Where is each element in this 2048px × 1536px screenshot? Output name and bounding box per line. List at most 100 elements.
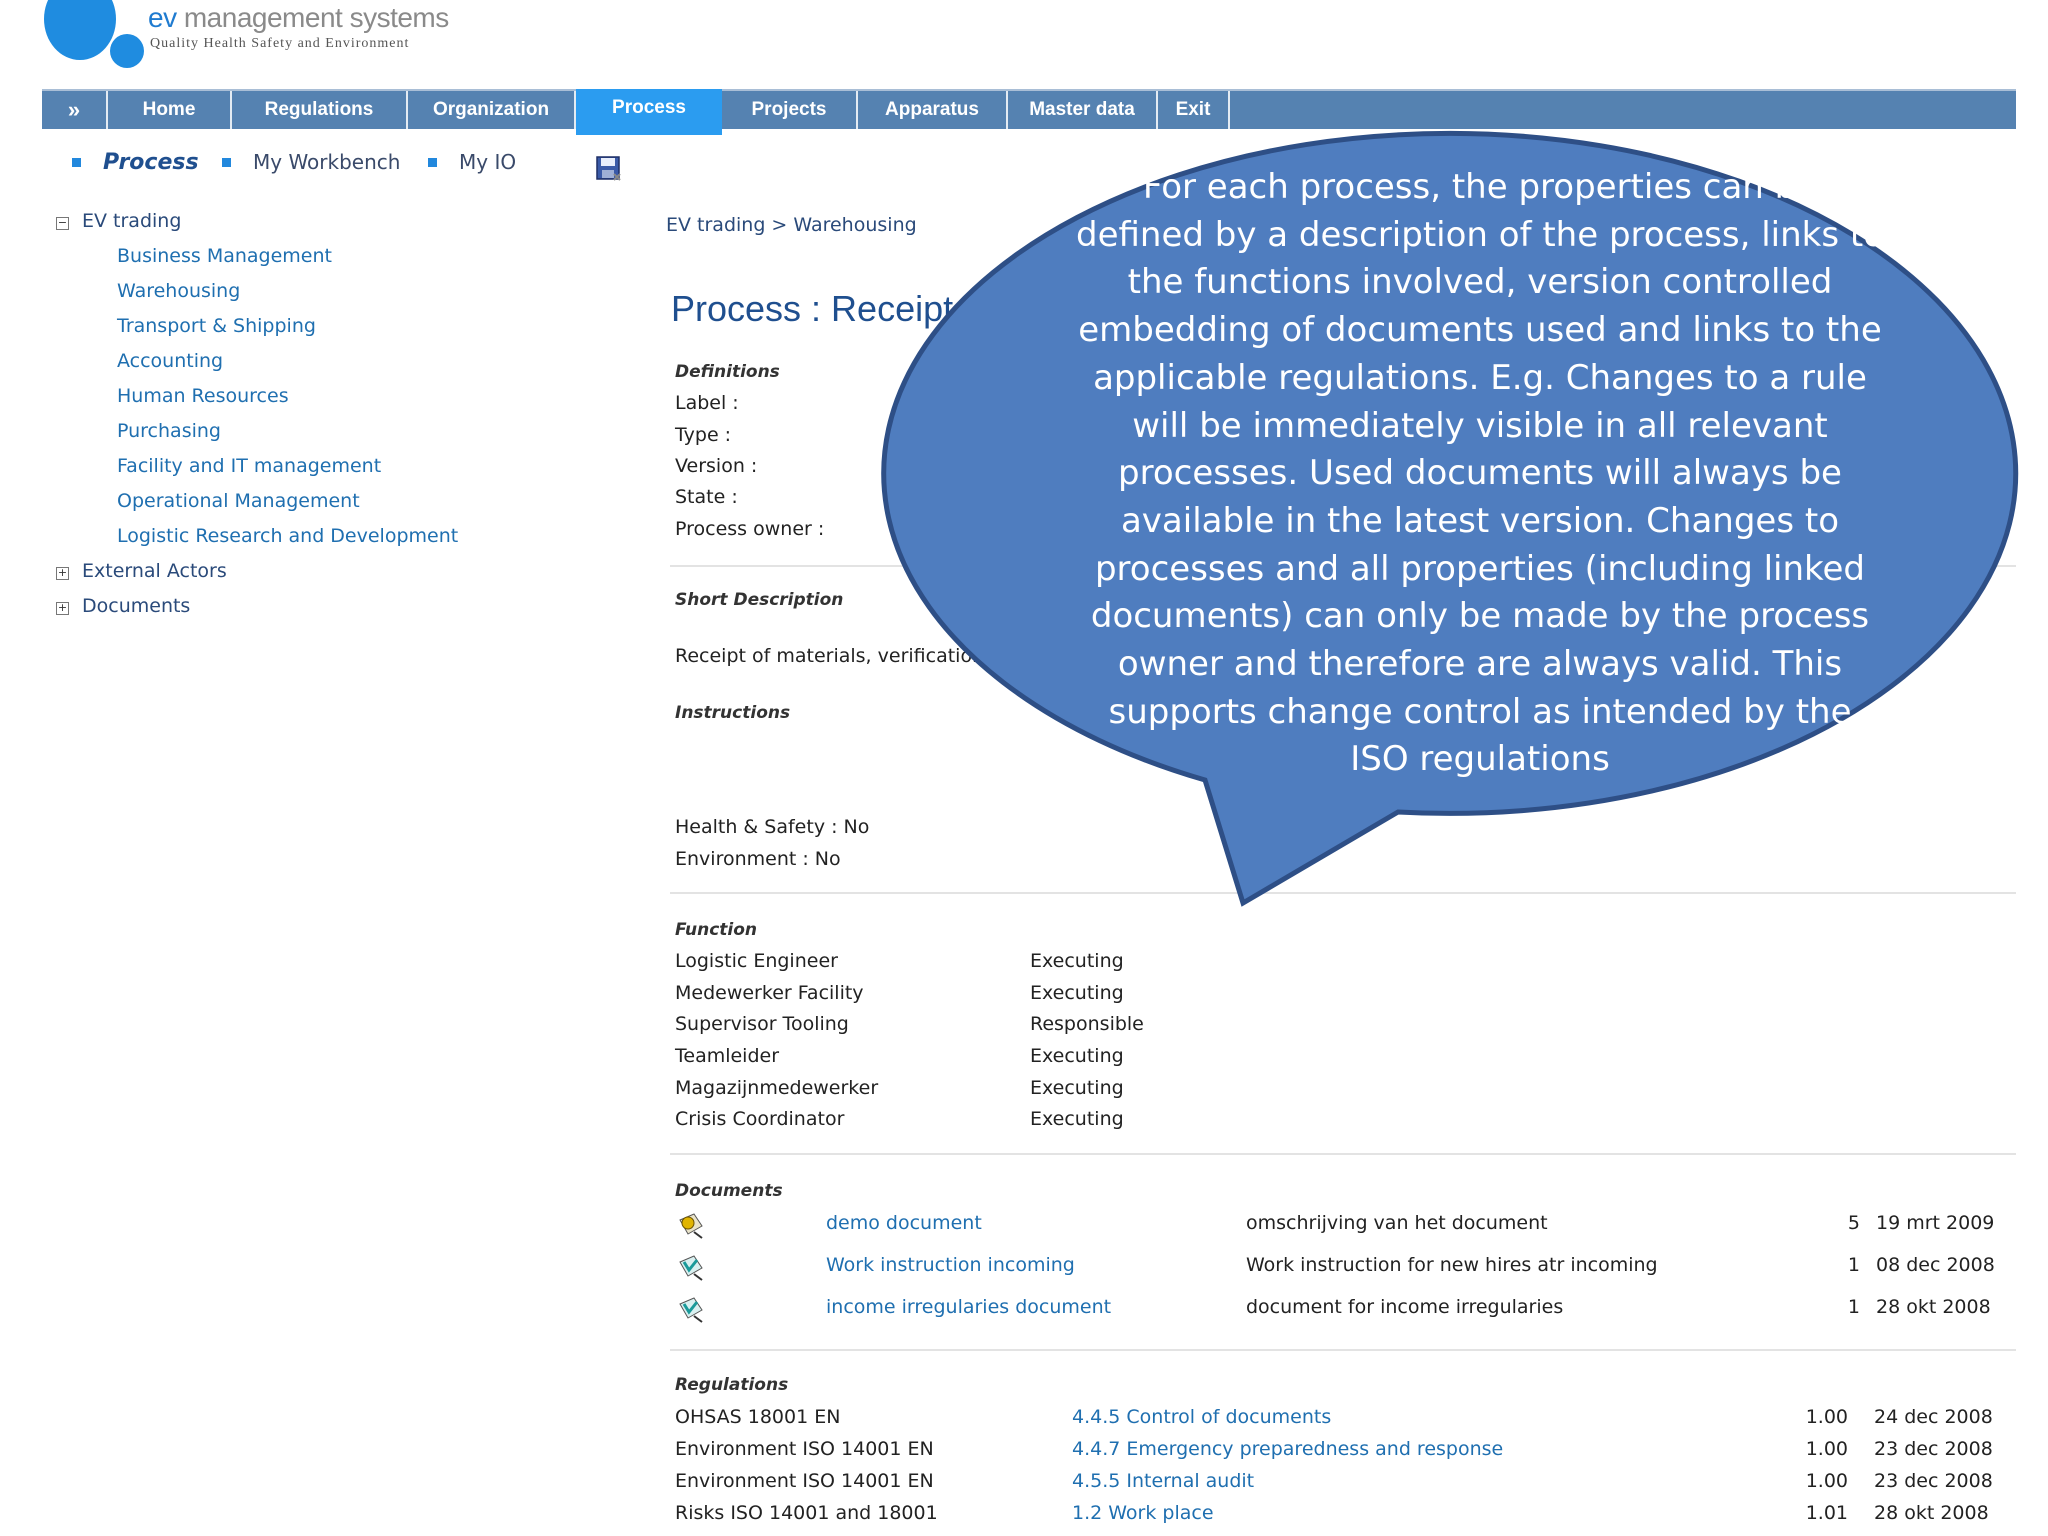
regulation-standard: OHSAS 18001 EN — [675, 1406, 841, 1428]
document-description: document for income irregularies — [1246, 1296, 1564, 1318]
nav-tab-home[interactable]: Home — [108, 91, 232, 129]
function-role: Responsible — [1030, 1013, 1144, 1035]
regulation-link[interactable]: 1.2 Work place — [1072, 1502, 1214, 1524]
short-description-text: Receipt of materials, verification — [675, 645, 985, 667]
tree-node-ev-trading[interactable]: − EV trading — [56, 210, 181, 232]
nav-tab-projects[interactable]: Projects — [722, 91, 858, 129]
subnav-process-label: Process — [103, 149, 199, 175]
tree-item-facility-it[interactable]: Facility and IT management — [117, 455, 381, 477]
regulation-date: 23 dec 2008 — [1874, 1438, 1993, 1460]
document-date: 19 mrt 2009 — [1876, 1212, 1995, 1234]
function-name: Magazijnmedewerker — [675, 1077, 879, 1099]
tree-node-label: EV trading — [82, 210, 182, 232]
tree-item-operational-management[interactable]: Operational Management — [117, 490, 360, 512]
tree-node-external-actors[interactable]: + External Actors — [56, 560, 227, 582]
function-role: Executing — [1030, 950, 1124, 972]
nav-tab-apparatus[interactable]: Apparatus — [858, 91, 1008, 129]
type-field-label: Type : — [675, 424, 732, 446]
regulation-date: 28 okt 2008 — [1874, 1502, 1989, 1524]
logo-brand-text: ev management systems — [148, 2, 449, 33]
collapse-icon[interactable]: − — [56, 217, 69, 230]
function-name: Teamleider — [675, 1045, 780, 1067]
regulation-version: 1.00 — [1805, 1470, 1848, 1492]
breadcrumb[interactable]: EV trading > Warehousing — [666, 214, 917, 236]
function-name: Medewerker Facility — [675, 982, 864, 1004]
subnav-my-workbench[interactable]: My Workbench — [222, 148, 400, 176]
nav-tab-process[interactable]: Process — [576, 89, 722, 135]
logo-mark — [44, 0, 116, 60]
function-heading: Function — [675, 920, 758, 940]
tree-item-logistic-research[interactable]: Logistic Research and Development — [117, 525, 458, 547]
nav-tab-exit[interactable]: Exit — [1158, 91, 1230, 129]
function-name: Supervisor Tooling — [675, 1013, 849, 1035]
version-field-label: Version : — [675, 455, 758, 477]
nav-expand-button[interactable]: » — [42, 91, 108, 129]
document-icon — [679, 1213, 703, 1239]
function-role: Executing — [1030, 1045, 1124, 1067]
tree-item-transport-shipping[interactable]: Transport & Shipping — [117, 315, 316, 337]
short-description-heading: Short Description — [675, 590, 844, 610]
save-icon[interactable] — [594, 154, 624, 184]
expand-icon[interactable]: + — [56, 567, 69, 580]
environment-flag: Environment : No — [675, 848, 841, 870]
subnav-process[interactable]: Process — [72, 148, 199, 176]
subnav-workbench-label: My Workbench — [253, 150, 401, 174]
regulation-link[interactable]: 4.4.7 Emergency preparedness and respons… — [1072, 1438, 1503, 1460]
label-field-label: Label : — [675, 392, 739, 414]
definitions-heading: Definitions — [675, 362, 780, 382]
document-description: Work instruction for new hires atr incom… — [1246, 1254, 1658, 1276]
function-role: Executing — [1030, 982, 1124, 1004]
regulation-standard: Environment ISO 14001 EN — [675, 1438, 934, 1460]
regulation-link[interactable]: 4.5.5 Internal audit — [1072, 1470, 1254, 1492]
tree-item-business-management[interactable]: Business Management — [117, 245, 332, 267]
document-version: 1 — [1847, 1254, 1860, 1276]
nav-tab-regulations[interactable]: Regulations — [232, 91, 408, 129]
function-name: Crisis Coordinator — [675, 1108, 845, 1130]
tree-node-documents[interactable]: + Documents — [56, 595, 190, 617]
regulation-version: 1.00 — [1805, 1406, 1848, 1428]
nav-tab-master-data[interactable]: Master data — [1008, 91, 1158, 129]
company-logo: ev management systems Quality Health Saf… — [40, 0, 480, 70]
regulation-version: 1.01 — [1805, 1502, 1848, 1524]
document-link[interactable]: demo document — [826, 1212, 982, 1234]
divider — [670, 892, 2016, 894]
regulation-standard: Environment ISO 14001 EN — [675, 1470, 934, 1492]
document-date: 08 dec 2008 — [1876, 1254, 1995, 1276]
health-safety-flag: Health & Safety : No — [675, 816, 870, 838]
document-version: 5 — [1847, 1212, 1860, 1234]
tree-node-label: Documents — [82, 595, 191, 617]
tree-item-warehousing[interactable]: Warehousing — [117, 280, 240, 302]
bullet-icon — [428, 157, 437, 167]
document-icon — [679, 1255, 703, 1281]
regulation-standard: Risks ISO 14001 and 18001 — [675, 1502, 938, 1524]
expand-icon[interactable]: + — [56, 602, 69, 615]
document-link[interactable]: income irregularies document — [826, 1296, 1111, 1318]
tree-node-label: External Actors — [82, 560, 227, 582]
regulation-link[interactable]: 4.4.5 Control of documents — [1072, 1406, 1331, 1428]
document-icon — [679, 1297, 703, 1323]
divider — [670, 1153, 2016, 1155]
regulation-version: 1.00 — [1805, 1438, 1848, 1460]
bullet-icon — [72, 157, 81, 167]
tree-item-human-resources[interactable]: Human Resources — [117, 385, 289, 407]
callout-text: For each process, the properties can be … — [1076, 167, 1885, 780]
tree-item-purchasing[interactable]: Purchasing — [117, 420, 221, 442]
regulations-heading: Regulations — [675, 1375, 789, 1395]
nav-tab-organization[interactable]: Organization — [408, 91, 576, 129]
document-version: 1 — [1847, 1296, 1860, 1318]
function-role: Executing — [1030, 1077, 1124, 1099]
subnav-io-label: My IO — [459, 150, 517, 174]
tree-item-accounting[interactable]: Accounting — [117, 350, 223, 372]
subnav-my-io[interactable]: My IO — [428, 148, 516, 176]
function-name: Logistic Engineer — [675, 950, 838, 972]
bullet-icon — [222, 157, 231, 167]
state-field-label: State : — [675, 486, 738, 508]
divider — [670, 1349, 2016, 1351]
regulation-date: 23 dec 2008 — [1874, 1470, 1993, 1492]
document-description: omschrijving van het document — [1246, 1212, 1548, 1234]
document-link[interactable]: Work instruction incoming — [826, 1254, 1075, 1276]
regulation-date: 24 dec 2008 — [1874, 1406, 1993, 1428]
page-title: Process : Receipt — [671, 288, 954, 329]
logo-mark-dot — [110, 34, 144, 68]
document-date: 28 okt 2008 — [1876, 1296, 1991, 1318]
